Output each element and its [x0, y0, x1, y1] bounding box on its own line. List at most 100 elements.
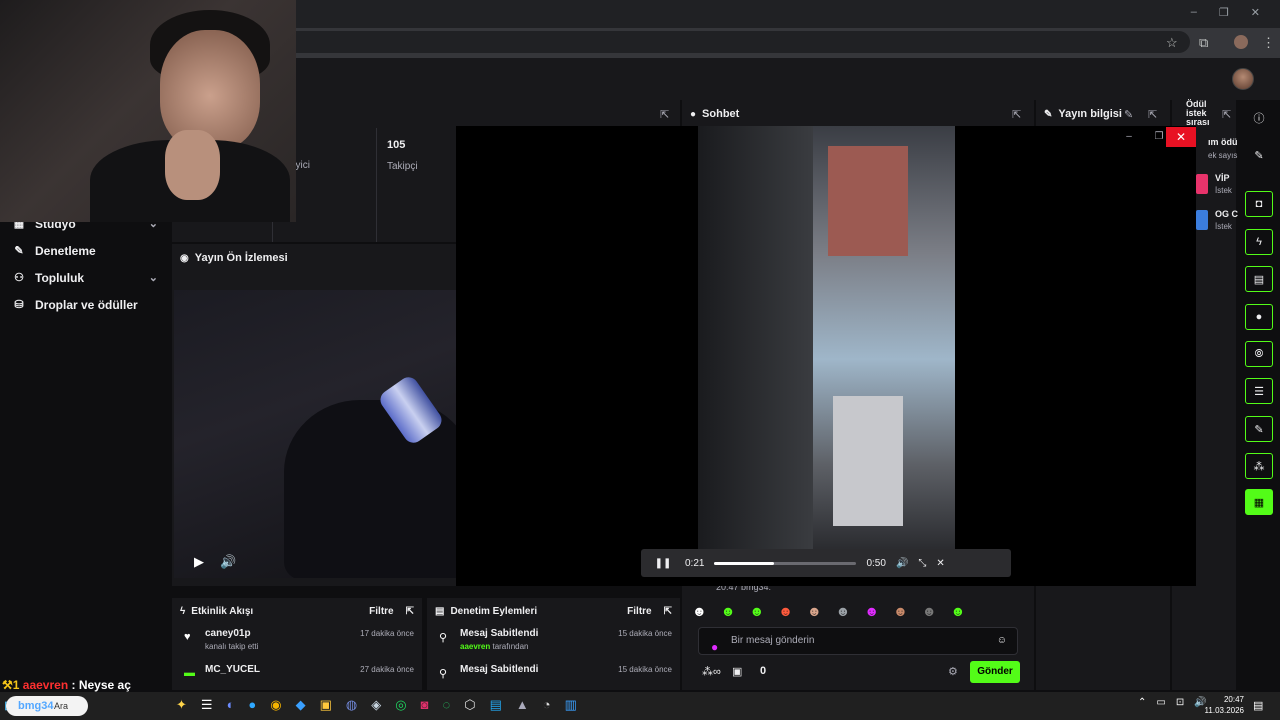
reward-name[interactable]: OG C [1215, 209, 1238, 219]
layout-icon[interactable]: ☰ [1245, 378, 1273, 404]
reward-icon [1196, 174, 1208, 194]
sidebar-item-label: Denetleme [35, 243, 96, 258]
pause-icon[interactable]: ❚❚ [651, 558, 675, 569]
restore-button[interactable]: ❐ [1219, 6, 1229, 19]
popout-icon[interactable]: ⇱ [660, 108, 669, 121]
address-bar[interactable] [280, 31, 1190, 53]
edit-icon[interactable]: ✎ [1124, 108, 1133, 121]
taskbar-clock[interactable]: 20:47 11.03.2026 [1200, 694, 1244, 716]
edge-icon[interactable]: ● [248, 697, 256, 713]
network-icon[interactable]: ⊡ [1176, 697, 1184, 708]
settings-icon[interactable]: ⚙ [948, 665, 958, 678]
store-icon[interactable]: ◆ [296, 697, 306, 713]
emote-icon[interactable]: ☻ [951, 603, 966, 619]
camera-icon[interactable]: ◘ [1245, 191, 1273, 217]
chat-input-placeholder: Bir mesaj gönderin [731, 635, 815, 646]
profile-avatar[interactable] [1234, 35, 1248, 49]
browser-menu-icon[interactable]: ⋮ [1262, 35, 1275, 51]
edit-icon[interactable]: ✎ [1245, 142, 1273, 168]
play-icon[interactable]: ▶ [194, 554, 204, 570]
popout-icon[interactable]: ⇱ [406, 606, 414, 617]
reward-name[interactable]: VİP [1215, 173, 1230, 183]
emote-icon[interactable]: ☻ [836, 603, 851, 619]
emote-icon[interactable]: ☻ [692, 603, 707, 619]
exit-fullscreen-icon[interactable]: ⤡ [918, 558, 926, 569]
task-view-icon[interactable]: ☰ [201, 697, 213, 713]
popup-minimize-button[interactable]: – [1114, 128, 1144, 146]
taskbar-apps: ✦ ☰ ◐ ● ◉ ◆ ▣ ◍ ◈ ◎ ◙ ◌ ⬡ ▤ ▲ ◔ ▥ [176, 697, 577, 713]
broadcast-icon[interactable]: ⦾ [1245, 341, 1273, 367]
popup-video-frame[interactable] [698, 126, 955, 550]
chat-input[interactable]: ● Bir mesaj gönderin ☺ [698, 627, 1018, 655]
emote-icon[interactable]: ☻ [807, 603, 822, 619]
emote-bar: ☻ ☻ ☻ ☻ ☻ ☻ ☻ ☻ ☻ ☻ [692, 603, 965, 619]
sidebar-item-moderation[interactable]: ✎ Denetleme [0, 237, 172, 264]
emote-icon[interactable]: ☻ [893, 603, 908, 619]
emote-icon[interactable]: ☻ [778, 603, 793, 619]
spotify-icon[interactable]: ◎ [395, 697, 406, 713]
list-icon: ▤ [435, 605, 445, 617]
preview-video[interactable] [174, 290, 456, 578]
popout-icon[interactable]: ⇱ [1012, 108, 1021, 121]
event-time: 15 dakika önce [618, 629, 672, 638]
chevron-down-icon: ⌄ [148, 272, 158, 284]
vscode-icon[interactable]: ▤ [490, 697, 502, 713]
chrome-icon[interactable]: ◉ [270, 697, 281, 713]
popout-icon[interactable]: ⇱ [664, 606, 672, 617]
obs-icon[interactable]: ◔ [543, 697, 551, 713]
send-button[interactable]: Gönder [970, 661, 1020, 683]
chat-title: Sohbet [702, 108, 740, 120]
followers-stat: 105 Takipçi [387, 139, 418, 172]
volume-icon[interactable]: 🔊 [220, 554, 236, 570]
close-window-button[interactable]: ✕ [1251, 6, 1260, 19]
tray-expand-icon[interactable]: ⌃ [1138, 697, 1146, 708]
popout-icon[interactable]: ⇱ [1148, 108, 1157, 121]
steam-icon[interactable]: ◈ [371, 697, 381, 713]
bookmark-star-icon[interactable]: ☆ [1166, 35, 1178, 51]
filter-button[interactable]: Filtre [369, 606, 393, 617]
lightning-icon[interactable]: ϟ [1245, 229, 1273, 255]
seek-bar[interactable] [714, 561, 857, 565]
emoji-icon[interactable]: ☺ [997, 628, 1007, 654]
battery-icon[interactable]: ▭ [1156, 697, 1165, 708]
popup-close-button[interactable]: ✕ [1166, 127, 1196, 147]
emote-icon[interactable]: ☻ [922, 603, 937, 619]
volume-icon[interactable]: 🔊 [896, 558, 908, 569]
emote-icon[interactable]: ☻ [749, 603, 764, 619]
event-actor[interactable]: aaevren [460, 642, 490, 651]
emote-icon[interactable]: ☻ [721, 603, 736, 619]
whatsapp-icon[interactable]: ◌ [442, 697, 450, 713]
notification-icon[interactable]: ▤ [1253, 699, 1263, 712]
instagram-icon[interactable]: ◙ [421, 697, 429, 713]
clapper-icon[interactable]: ▦ [1245, 489, 1273, 515]
webcam-face [160, 30, 260, 150]
chat-icon[interactable]: ● [1245, 304, 1273, 330]
sidebar-item-drops[interactable]: ⛁ Droplar ve ödüller [0, 291, 172, 318]
microphone-icon[interactable]: ● [711, 634, 718, 660]
sidebar-item-community[interactable]: ⚇ Topluluk ⌄ [0, 264, 172, 291]
activity-event: ▬ MC_YUCEL 27 dakika önce [172, 660, 422, 696]
users-icon[interactable]: ⁂∞ [702, 665, 721, 678]
event-time: 15 dakika önce [618, 665, 672, 674]
info-icon[interactable]: ⓘ [1245, 105, 1273, 131]
popout-icon[interactable]: ⇱ [1222, 108, 1231, 121]
filter-button[interactable]: Filtre [627, 606, 651, 617]
group-icon[interactable]: ⁂ [1245, 453, 1273, 479]
emote-icon[interactable]: ☻ [864, 603, 879, 619]
folder-icon[interactable]: ▣ [320, 697, 332, 713]
close-icon[interactable]: ✕ [936, 558, 944, 569]
photos-icon[interactable]: ▥ [565, 697, 577, 713]
minimize-button[interactable]: – [1191, 6, 1197, 19]
wrench-icon[interactable]: ✎ [1245, 416, 1273, 442]
document-icon[interactable]: ▤ [1245, 266, 1273, 292]
file-icon[interactable]: ⬡ [464, 697, 475, 713]
user-avatar[interactable] [1232, 68, 1254, 90]
extensions-icon[interactable]: ⧉ [1199, 35, 1208, 51]
discord-icon[interactable]: ◍ [346, 697, 357, 713]
app-icon[interactable]: ▲ [516, 697, 529, 713]
overlay-username: bmg34 [18, 700, 54, 712]
activity-header: ϟ Etkinlik Akışı Filtre ⇱ [172, 598, 422, 624]
widgets-icon[interactable]: ✦ [176, 697, 187, 713]
copilot-icon[interactable]: ◐ [227, 697, 235, 713]
reward-sub: İstek [1215, 186, 1232, 195]
